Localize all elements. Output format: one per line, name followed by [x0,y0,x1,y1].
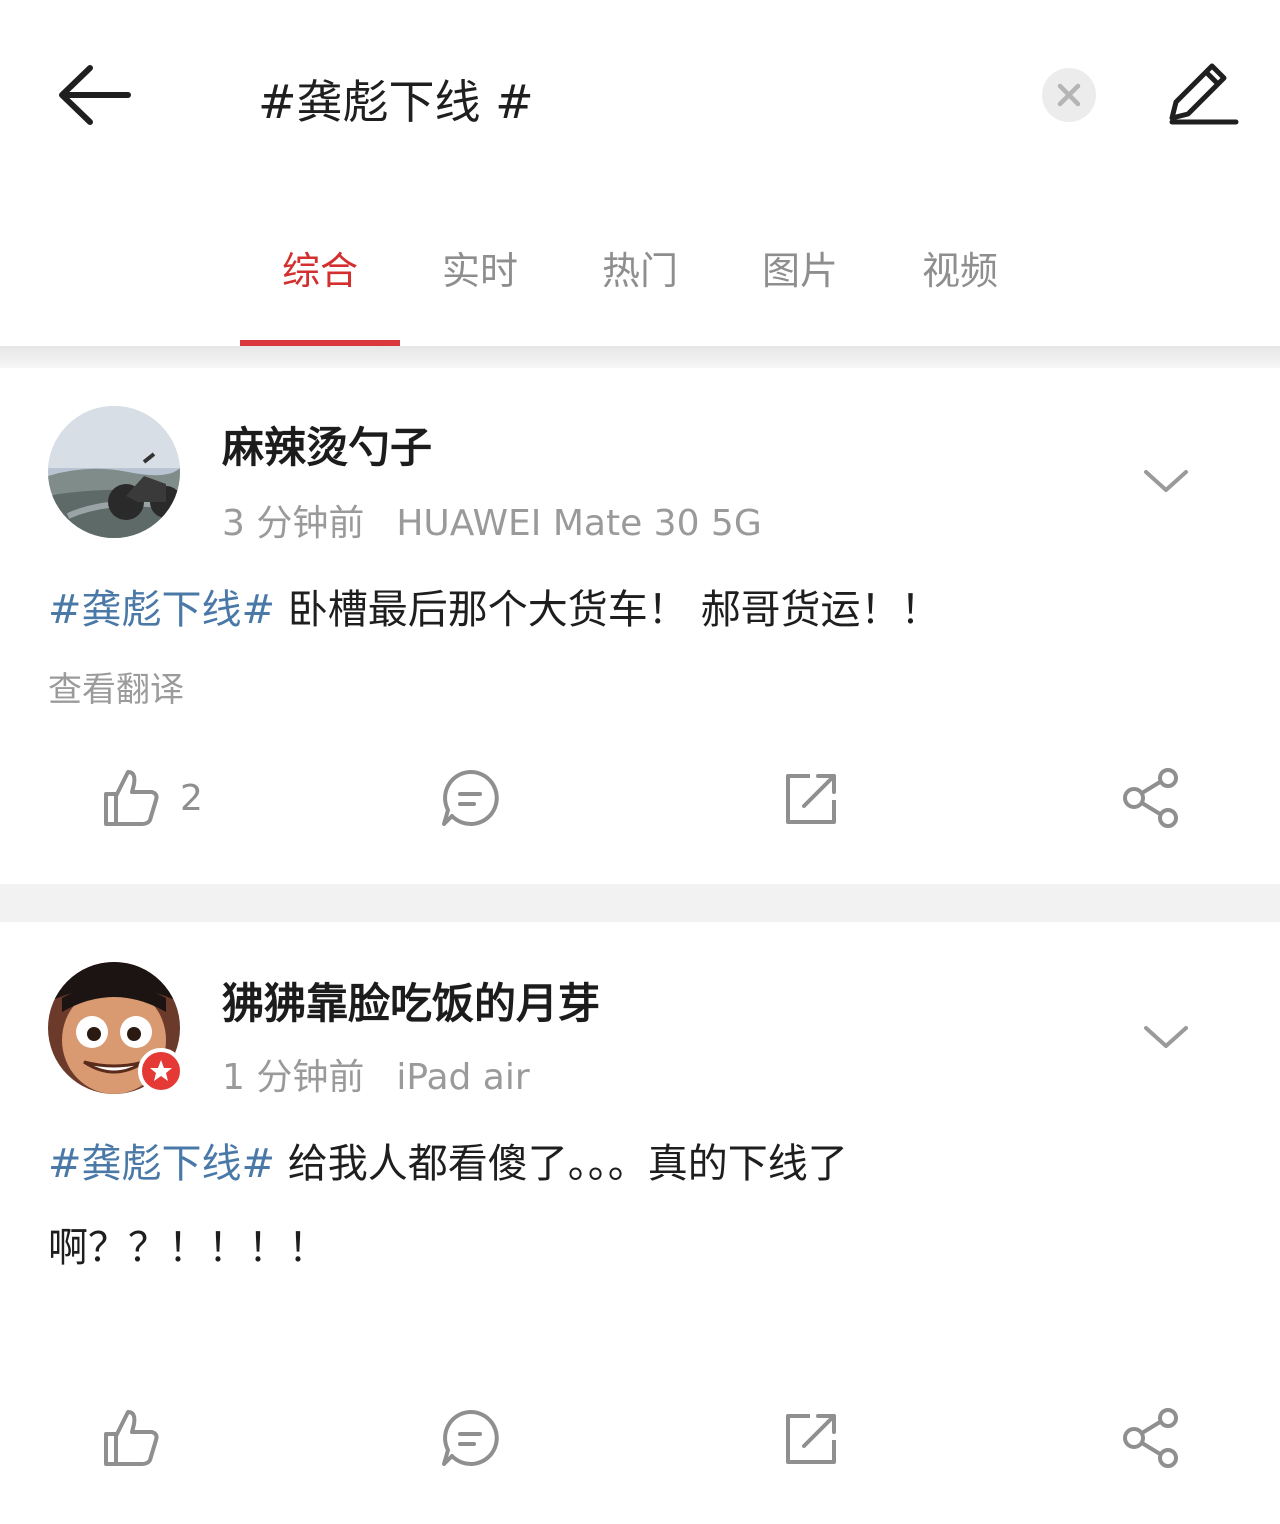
tab-realtime[interactable]: 实时 [400,240,560,295]
post-menu-button[interactable] [1140,1020,1192,1054]
feed-divider [0,884,1280,922]
hashtag-link[interactable]: #龚彪下线# [48,1141,275,1187]
comment-icon [442,1409,499,1466]
star-icon [150,1060,172,1081]
motorcycle-avatar-image [48,406,180,538]
back-arrow-icon [59,65,131,125]
thumbs-up-icon [104,770,159,826]
share-icon [1123,1408,1178,1468]
post-time: 1 分钟前 [222,1057,365,1098]
pencil-icon [1169,63,1239,125]
comment-button[interactable] [438,1406,502,1470]
like-button[interactable] [98,766,162,830]
filter-tabs: 综合 实时 热门 图片 视频 [0,210,1280,348]
avatar[interactable] [48,406,180,538]
post-time: 3 分钟前 [222,503,365,544]
comment-button[interactable] [438,766,502,830]
post-device: HUAWEI Mate 30 5G [396,503,762,544]
chevron-down-icon [1144,1026,1188,1048]
repost-button[interactable] [780,1406,844,1470]
like-button[interactable] [98,1406,162,1470]
tab-hot[interactable]: 热门 [560,240,720,295]
translate-link[interactable]: 查看翻译 [48,662,184,711]
hashtag-link[interactable]: #龚彪下线# [48,587,275,633]
post-card: 麻辣烫勺子 3 分钟前 HUAWEI Mate 30 5G #龚彪下线# 卧槽最后… [0,368,1280,884]
close-icon [1057,83,1081,107]
share-button[interactable] [1120,1406,1184,1470]
post-device: iPad air [396,1057,530,1098]
post-content: 卧槽最后那个大货车！ 郝哥货运！！ [275,587,941,633]
share-icon [1123,768,1178,828]
tab-comprehensive[interactable]: 综合 [240,240,400,295]
repost-icon [786,774,836,824]
post-menu-button[interactable] [1140,464,1192,498]
post-body: #龚彪下线# 给我人都看傻了。。。真的下线了啊？？！！！！ [48,1122,1008,1290]
back-button[interactable] [56,60,136,130]
chevron-down-icon [1144,470,1188,492]
tab-images[interactable]: 图片 [720,240,880,295]
verified-badge [138,1048,184,1094]
post-body: #龚彪下线# 卧槽最后那个大货车！ 郝哥货运！！ [48,568,1238,652]
post-card: 狒狒靠脸吃饭的月芽 1 分钟前 iPad air #龚彪下线# 给我人都看傻了。。… [0,922,1280,1524]
search-header: #龚彪下线 # [0,0,1280,190]
search-query[interactable]: #龚彪下线 # [258,66,534,132]
thumbs-up-icon [104,1410,159,1466]
like-count: 2 [180,778,203,819]
repost-button[interactable] [780,766,844,830]
share-button[interactable] [1120,766,1184,830]
tab-videos[interactable]: 视频 [880,240,1040,295]
post-meta: 1 分钟前 iPad air [222,1048,530,1100]
tabs-divider [0,346,1280,368]
post-meta: 3 分钟前 HUAWEI Mate 30 5G [222,494,762,546]
username[interactable]: 狒狒靠脸吃饭的月芽 [222,970,600,1031]
clear-search-button[interactable] [1042,68,1096,122]
compose-button[interactable] [1162,58,1240,132]
repost-icon [786,1414,836,1464]
comment-icon [442,769,499,826]
username[interactable]: 麻辣烫勺子 [222,414,432,475]
